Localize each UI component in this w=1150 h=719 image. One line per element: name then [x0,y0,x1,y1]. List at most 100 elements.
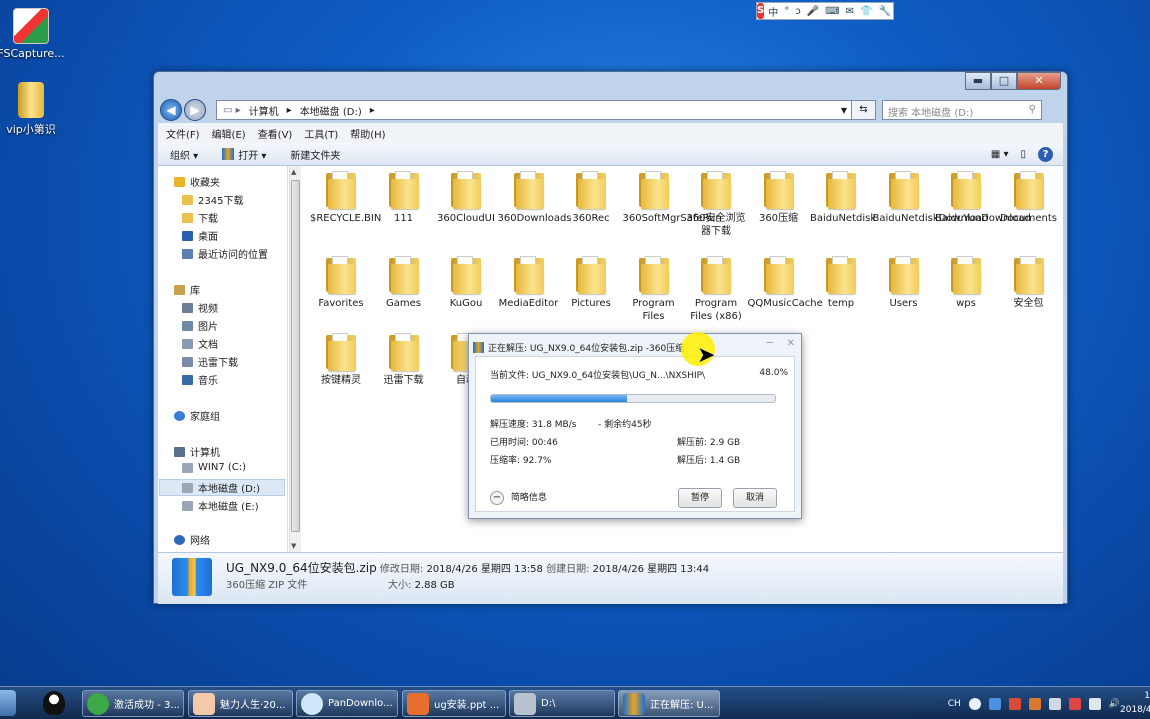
tray-app-icon[interactable] [1028,697,1041,710]
folder-item[interactable]: Games [373,251,435,310]
network-status-icon[interactable] [1088,697,1101,710]
pause-button[interactable]: 暂停 [678,488,722,508]
taskbar-item-charm-life[interactable]: 魅力人生·20... [188,690,293,717]
menu-view[interactable]: 查看(V) [258,126,293,141]
taskbar-item-activation[interactable]: 激活成功 - 3... [82,690,184,717]
nav-thunder-downloads[interactable]: 迅雷下载 [182,354,238,369]
folder-item[interactable]: 360Downloads [498,166,572,225]
volume-icon[interactable]: 🔊 [1109,699,1120,709]
folder-item[interactable]: KuGou [435,251,497,310]
close-button[interactable]: ✕ [1017,72,1061,90]
folder-item[interactable]: Pictures [560,251,622,310]
help-icon[interactable]: ? [1038,146,1053,162]
nav-computer[interactable]: 计算机 [174,444,220,459]
scrollbar-thumb[interactable] [291,180,300,532]
folder-item[interactable]: QQMusicCache [748,251,823,310]
folder-item[interactable]: Users [873,251,935,310]
forward-button[interactable]: ▶ [184,99,206,121]
dialog-minimize-button[interactable]: ─ [767,338,773,349]
nav-drive-c[interactable]: WIN7 (C:) [182,462,246,473]
folder-item[interactable]: 安全包 [998,251,1060,310]
folder-item[interactable]: 111 [373,166,435,225]
clock[interactable]: 1 2018/4 [1120,689,1150,717]
folder-item[interactable]: Program Files (x86) [685,251,747,323]
folder-item[interactable]: 360Rec [560,166,622,225]
tray-app-icon[interactable] [1068,697,1081,710]
search-input[interactable]: 搜索 本地磁盘 (D:) ⚲ [882,100,1042,120]
refresh-button[interactable]: ⇆ [852,100,876,120]
breadcrumb-separator[interactable]: ▸ [287,105,292,116]
breadcrumb-separator[interactable]: ▸ [370,105,375,116]
tools-icon[interactable]: 🔧 [878,6,890,17]
nav-pictures[interactable]: 图片 [182,318,218,333]
taskbar-item-extracting[interactable]: 正在解压: U... [618,690,720,717]
folder-item[interactable]: BaiduNetdiskDownload [873,166,988,225]
preview-pane-icon[interactable]: ▯ [1020,149,1026,160]
brief-info-toggle[interactable]: − 简略信息 [490,490,547,505]
tray-app-icon[interactable] [988,697,1001,710]
menu-file[interactable]: 文件(F) [166,126,200,141]
mail-icon[interactable]: ✉ [846,6,854,17]
taskbar-item-ppt[interactable]: ug安装.ppt ... [402,690,506,717]
open-button[interactable]: 打开 ▾ [222,147,266,162]
start-button[interactable] [0,690,16,716]
view-options-icon[interactable]: ▦ ▾ [991,149,1009,160]
taskbar-item-pandownload[interactable]: PanDownlo... [296,690,398,717]
punctuation-icon[interactable]: ° [784,6,789,17]
taskbar-qq[interactable] [38,691,70,717]
breadcrumb-drive-d[interactable]: 本地磁盘 (D:) [300,103,362,118]
tray-app-icon[interactable] [1048,697,1061,710]
nav-documents[interactable]: 文档 [182,336,218,351]
folder-item[interactable]: MediaEditor [498,251,560,310]
desktop-icon-fscapture[interactable]: FSCapture... [0,8,66,60]
desktop-icon-vip[interactable]: vip小第识 [0,82,66,137]
address-bar[interactable]: ▭ ▸ 计算机 ▸ 本地磁盘 (D:) ▸ ▼ [216,100,852,120]
folder-item[interactable]: wps [935,251,997,310]
cancel-button[interactable]: 取消 [733,488,777,508]
nav-desktop[interactable]: 桌面 [182,228,218,243]
breadcrumb-computer[interactable]: 计算机 [249,103,279,118]
folder-item[interactable]: 按键精灵 [310,328,372,387]
folder-item[interactable]: BaiduNetdisk [810,166,876,225]
folder-item[interactable]: 360CloudUI [435,166,497,225]
nav-drive-e[interactable]: 本地磁盘 (E:) [182,498,259,513]
folder-item[interactable]: $RECYCLE.BIN [310,166,381,225]
nav-recent-places[interactable]: 最近访问的位置 [182,246,268,261]
folder-item[interactable]: 360压缩 [748,166,810,225]
scroll-up-arrow-icon[interactable]: ▲ [291,168,296,176]
maximize-button[interactable]: □ [991,72,1017,90]
folder-item[interactable]: 360安全浏览器下载 [685,166,747,238]
nav-downloads[interactable]: 下载 [182,210,218,225]
nav-favorites[interactable]: 收藏夹 [174,174,220,189]
organize-button[interactable]: 组织 ▾ [170,147,198,162]
minimize-button[interactable]: ▬ [965,72,991,90]
folder-item[interactable]: BaiduYunDownload [935,166,1031,225]
microphone-icon[interactable]: 🎤 [807,6,819,17]
scroll-down-arrow-icon[interactable]: ▼ [291,542,296,550]
back-button[interactable]: ◀ [160,99,182,121]
folder-item[interactable]: 360SoftMgrSafeRun [623,166,722,225]
tray-app-icon[interactable] [968,697,981,710]
menu-tools[interactable]: 工具(T) [304,126,338,141]
taskbar-item-drive-d[interactable]: D:\ [509,690,615,717]
nav-network[interactable]: 网络 [174,532,210,547]
folder-item[interactable]: 迅雷下载 [373,328,435,387]
menu-edit[interactable]: 编辑(E) [212,126,246,141]
nav-scrollbar[interactable]: ▲ ▼ [289,166,301,552]
nav-music[interactable]: 音乐 [182,372,218,387]
address-dropdown-icon[interactable]: ▼ [841,106,847,115]
folder-item[interactable]: temp [810,251,872,310]
new-folder-button[interactable]: 新建文件夹 [290,147,340,162]
tray-app-icon[interactable] [1008,697,1021,710]
keyboard-icon[interactable]: ⌨ [825,6,839,17]
dialog-close-button[interactable]: ✕ [787,338,795,349]
ime-mode-icon[interactable]: 中 [768,4,778,19]
skin-icon[interactable]: 👕 [860,6,872,17]
folder-item[interactable]: Favorites [310,251,372,310]
nav-drive-d[interactable]: 本地磁盘 (D:) [159,479,285,496]
menu-help[interactable]: 帮助(H) [350,126,385,141]
ime-toolbar[interactable]: S 中 ° ↄ 🎤 ⌨ ✉ 👕 🔧 [756,2,894,20]
folder-item[interactable]: Documents [998,166,1060,225]
folder-item[interactable]: Program Files [623,251,685,323]
nav-homegroup[interactable]: 家庭组 [174,408,220,423]
